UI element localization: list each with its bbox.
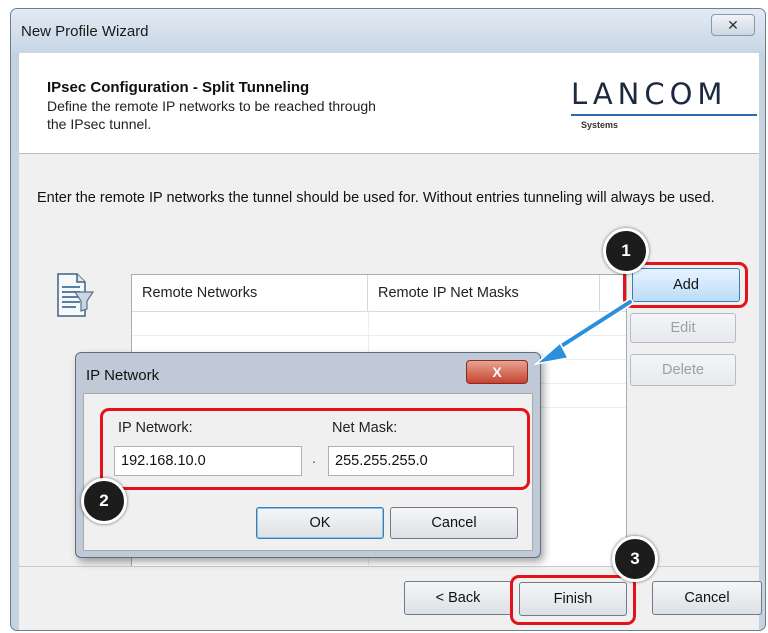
title-bar: New Profile Wizard ✕ xyxy=(11,9,765,53)
delete-button[interactable]: Delete xyxy=(630,354,736,386)
dialog-cancel-button[interactable]: Cancel xyxy=(390,507,518,539)
page-subtitle-line2: the IPsec tunnel. xyxy=(47,116,152,132)
window-close-button[interactable]: ✕ xyxy=(711,14,755,36)
dialog-close-button[interactable]: X xyxy=(466,360,528,384)
highlight-add xyxy=(623,262,748,308)
ok-button[interactable]: OK xyxy=(256,507,384,539)
instruction-text: Enter the remote IP networks the tunnel … xyxy=(37,190,715,206)
step-1-badge: 1 xyxy=(603,228,649,274)
page-title: IPsec Configuration - Split Tunneling xyxy=(47,79,310,96)
page-subtitle-line1: Define the remote IP networks to be reac… xyxy=(47,98,376,114)
highlight-finish xyxy=(510,575,636,625)
cancel-button[interactable]: Cancel xyxy=(652,581,762,615)
dialog-title: IP Network xyxy=(86,367,160,384)
table-header-divider xyxy=(132,311,626,312)
edit-button[interactable]: Edit xyxy=(630,313,736,343)
step-2-badge: 2 xyxy=(81,478,127,524)
table-row xyxy=(132,335,626,336)
highlight-ip-fields xyxy=(100,408,530,490)
column-header-remote-net-masks[interactable]: Remote IP Net Masks xyxy=(368,275,600,311)
logo-underline xyxy=(571,114,757,116)
logo-subtext: Systems xyxy=(581,120,619,130)
step-3-badge: 3 xyxy=(612,536,658,582)
wizard-header: IPsec Configuration - Split Tunneling De… xyxy=(19,53,759,154)
column-header-remote-networks[interactable]: Remote Networks xyxy=(132,275,368,311)
network-list-document-icon xyxy=(55,272,95,320)
back-button[interactable]: < Back xyxy=(404,581,512,615)
window-title: New Profile Wizard xyxy=(21,23,149,40)
lancom-logo: LANCOM xyxy=(571,77,728,111)
